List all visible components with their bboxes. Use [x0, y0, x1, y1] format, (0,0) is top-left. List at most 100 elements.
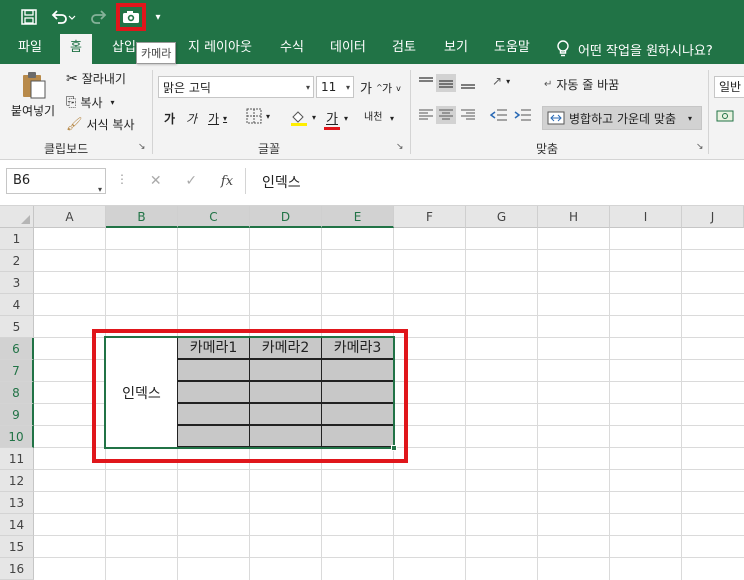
table-cell[interactable] [321, 403, 394, 425]
table-header-cell[interactable]: 카메라3 [321, 337, 394, 359]
phonetic-button[interactable]: 내천 [364, 108, 382, 123]
row-header-12[interactable]: 12 [0, 470, 34, 492]
tab-file[interactable]: 파일 [14, 34, 46, 64]
orientation-button[interactable]: ↗ ▾ [492, 74, 510, 88]
alignment-launcher-icon[interactable]: ↘ [696, 142, 704, 152]
undo-icon[interactable] [48, 6, 78, 28]
align-center-button[interactable] [436, 106, 456, 124]
table-cell[interactable] [177, 381, 250, 403]
tab-review[interactable]: 검토 [388, 34, 420, 64]
name-box[interactable]: B6 ▾ [6, 168, 106, 194]
table-cell[interactable] [177, 425, 250, 447]
row-header-10[interactable]: 10 [0, 426, 34, 448]
column-header-b[interactable]: B [106, 206, 178, 228]
fill-handle[interactable] [391, 445, 397, 451]
cancel-icon[interactable]: ✕ [150, 173, 162, 189]
table-cell[interactable] [249, 381, 322, 403]
column-header-a[interactable]: A [34, 206, 106, 228]
table-cell[interactable] [321, 381, 394, 403]
redo-icon[interactable] [84, 6, 114, 28]
fill-color-button[interactable]: ▾ [290, 108, 316, 126]
row-header-14[interactable]: 14 [0, 514, 34, 536]
increase-indent-icon [514, 109, 531, 121]
table-cell[interactable] [321, 359, 394, 381]
column-header-c[interactable]: C [178, 206, 250, 228]
clipboard-launcher-icon[interactable]: ↘ [138, 142, 146, 152]
table-cell[interactable] [249, 403, 322, 425]
borders-button[interactable]: ▾ [246, 108, 270, 124]
cut-button[interactable]: ✂ 잘라내기 [66, 70, 126, 87]
column-header-g[interactable]: G [466, 206, 538, 228]
align-middle-button[interactable] [436, 74, 456, 92]
enter-icon[interactable]: ✓ [185, 173, 197, 189]
format-painter-button[interactable]: 🖌 서식 복사 [66, 116, 135, 133]
table-header-cell[interactable]: 카메라1 [177, 337, 250, 359]
formula-bar-resize-icon[interactable]: ⋮ [116, 172, 128, 186]
table-cell[interactable] [249, 425, 322, 447]
row-header-9[interactable]: 9 [0, 404, 34, 426]
tab-formulas[interactable]: 수식 [276, 34, 308, 64]
camera-button[interactable] [116, 3, 146, 31]
decrease-indent-button[interactable] [490, 108, 508, 122]
wrap-text-label: 자동 줄 바꿈 [556, 78, 620, 92]
column-header-f[interactable]: F [394, 206, 466, 228]
table-cell[interactable] [177, 359, 250, 381]
tab-help[interactable]: 도움말 [490, 34, 534, 64]
column-header-j[interactable]: J [682, 206, 744, 228]
index-merged-cell[interactable]: 인덱스 [105, 337, 178, 448]
align-top-button[interactable] [418, 76, 434, 90]
select-all-button[interactable] [0, 206, 34, 228]
row-header-4[interactable]: 4 [0, 294, 34, 316]
insert-function-icon[interactable]: fx [221, 174, 233, 189]
column-header-e[interactable]: E [322, 206, 394, 228]
italic-button[interactable]: 가 [186, 110, 197, 127]
row-header-2[interactable]: 2 [0, 250, 34, 272]
shrink-font-button[interactable]: 가v [382, 80, 401, 96]
row-header-11[interactable]: 11 [0, 448, 34, 470]
column-header-i[interactable]: I [610, 206, 682, 228]
underline-button[interactable]: 가 ▾ [208, 110, 227, 127]
tab-page-layout[interactable]: 지 레이아웃 [184, 34, 256, 64]
font-color-button[interactable]: 가 [324, 108, 340, 130]
font-launcher-icon[interactable]: ↘ [396, 142, 404, 152]
bold-button[interactable]: 가 [164, 110, 175, 127]
align-right-button[interactable] [460, 108, 476, 122]
row-header-1[interactable]: 1 [0, 228, 34, 250]
formula-input[interactable]: 인덱스 [262, 172, 301, 192]
font-size-box[interactable]: 11 ▾ [316, 76, 354, 98]
gridline [34, 293, 744, 294]
wrap-text-button[interactable]: ↵ 자동 줄 바꿈 [544, 76, 619, 93]
row-header-8[interactable]: 8 [0, 382, 34, 404]
row-header-6[interactable]: 6 [0, 338, 34, 360]
merge-center-button[interactable]: 병합하고 가운데 맞춤 ▾ [542, 106, 702, 130]
increase-indent-button[interactable] [514, 108, 532, 122]
table-cell[interactable] [177, 403, 250, 425]
customize-qat-icon[interactable]: ▾ [151, 6, 165, 28]
table-cell[interactable] [321, 425, 394, 447]
tell-me-search[interactable]: 어떤 작업을 원하시나요? [556, 34, 713, 64]
tab-data[interactable]: 데이터 [326, 34, 370, 64]
row-header-5[interactable]: 5 [0, 316, 34, 338]
save-icon[interactable] [18, 6, 40, 28]
paste-button[interactable]: 붙여넣기 [8, 70, 58, 119]
row-header-3[interactable]: 3 [0, 272, 34, 294]
grow-font-button[interactable]: 가 ^ [360, 78, 383, 97]
tab-home[interactable]: 홈 [60, 34, 92, 64]
accounting-format-button[interactable] [716, 108, 734, 124]
align-bottom-button[interactable] [460, 76, 476, 90]
table-cell[interactable] [249, 359, 322, 381]
align-left-button[interactable] [418, 108, 434, 122]
worksheet-grid[interactable]: A B C D E F G H I J 1 2 3 4 5 6 7 8 9 10… [0, 206, 744, 580]
row-header-15[interactable]: 15 [0, 536, 34, 558]
row-header-16[interactable]: 16 [0, 558, 34, 580]
font-name-box[interactable]: 맑은 고딕 ▾ [158, 76, 314, 98]
table-header-cell[interactable]: 카메라2 [249, 337, 322, 359]
tab-view[interactable]: 보기 [440, 34, 472, 64]
row-header-13[interactable]: 13 [0, 492, 34, 514]
lightbulb-icon [557, 40, 569, 57]
copy-button[interactable]: ⎘ 복사 ▾ [66, 94, 115, 111]
row-header-7[interactable]: 7 [0, 360, 34, 382]
column-header-h[interactable]: H [538, 206, 610, 228]
number-format-box[interactable]: 일반 [714, 76, 744, 98]
column-header-d[interactable]: D [250, 206, 322, 228]
